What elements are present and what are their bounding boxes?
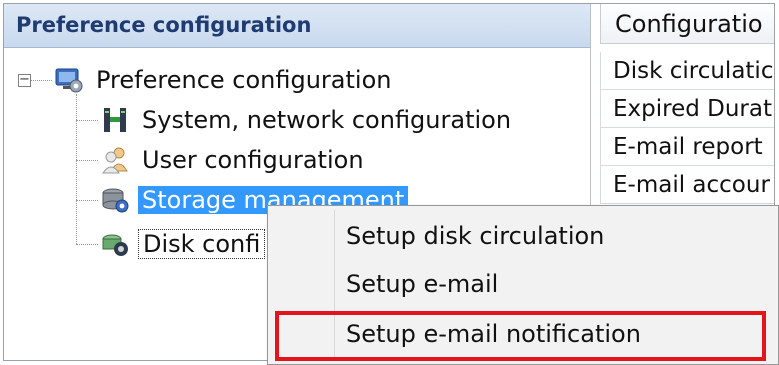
list-item-label: E-mail report [613,134,763,160]
context-menu: Setup disk circulation Setup e-mail Setu… [267,205,779,365]
users-icon [100,145,130,175]
menu-item-setup-email[interactable]: Setup e-mail [268,262,778,306]
tree-item-disk-configuration[interactable]: Disk confi [100,226,266,262]
tree-connector-root [30,80,52,81]
menu-item-setup-disk-circulation[interactable]: Setup disk circulation [268,214,778,258]
tree-panel-title: Preference configuration [16,13,312,37]
tree-item-label: Disk confi [138,229,266,259]
disk-icon [100,229,130,259]
menu-item-label: Setup e-mail [346,270,499,298]
list-item-label: Expired Durati [613,96,775,122]
list-item-label: Disk circulatic [613,58,774,84]
tree-connector-4 [76,244,98,245]
tree-item-preference-configuration[interactable]: Preference configuration [54,62,395,98]
list-item[interactable]: Expired Durati [600,90,775,128]
tree-connector-2 [76,160,98,161]
list-item[interactable]: E-mail accour [600,166,774,204]
tree-panel-header: Preference configuration [4,4,590,48]
tree-item-user-configuration[interactable]: User configuration [100,142,368,178]
menu-item-label: Setup disk circulation [346,222,605,250]
menu-item-label: Setup e-mail notification [346,320,641,348]
tree-item-label: System, network configuration [142,106,512,134]
tree-connector-3 [76,200,98,201]
tree-connector-vertical [76,94,77,244]
network-icon [100,105,130,135]
list-item[interactable]: E-mail report [600,128,774,166]
collapse-toggle[interactable]: − [18,73,31,87]
storage-gear-icon [100,185,130,215]
tree-item-label: User configuration [142,146,364,174]
gear-computer-icon [54,65,84,95]
column-header-label: Configuratio [615,10,763,38]
column-header-configuration[interactable]: Configuratio [600,4,774,44]
list-item[interactable]: Disk circulatic [600,52,774,90]
tree-connector-1 [76,120,98,121]
tree-item-system-network[interactable]: System, network configuration [100,102,515,138]
tree-item-label: Preference configuration [96,66,392,94]
menu-item-setup-email-notification[interactable]: Setup e-mail notification [268,312,778,356]
list-item-label: E-mail accour [613,172,770,198]
